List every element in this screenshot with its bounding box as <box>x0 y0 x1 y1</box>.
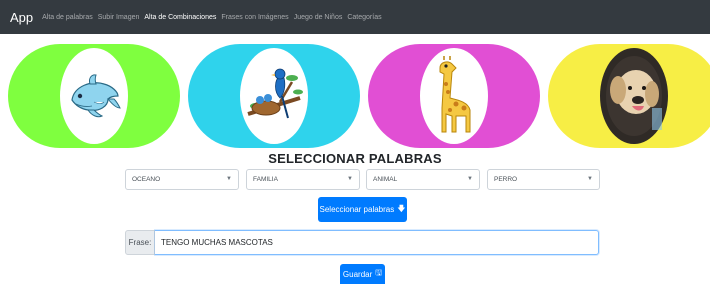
nav-alta-combinaciones[interactable]: Alta de Combinaciones <box>144 14 216 21</box>
select-word-2-value: FAMILIA <box>253 176 278 183</box>
frase-input-group: Frase: <box>125 230 599 255</box>
card-dog[interactable] <box>548 44 710 148</box>
image-cards <box>0 44 710 148</box>
card-giraffe[interactable] <box>368 44 540 148</box>
nav-categorias[interactable]: Categorías <box>347 14 381 21</box>
dolphin-image <box>60 48 128 144</box>
card-birds[interactable] <box>188 44 360 148</box>
nav-frases-imagenes[interactable]: Frases con Imágenes <box>221 14 288 21</box>
save-label: Guardar <box>342 269 373 279</box>
card-dolphin[interactable] <box>8 44 180 148</box>
chevron-down-icon: ▼ <box>226 176 232 182</box>
chevron-down-icon: ▼ <box>467 176 473 182</box>
chevron-down-icon: ▼ <box>347 176 353 182</box>
select-word-1-value: OCEANO <box>132 176 161 183</box>
dog-photo-image <box>600 48 668 144</box>
nav-juego-ninos[interactable]: Juego de Niños <box>294 14 343 21</box>
birds-nest-image <box>240 48 308 144</box>
select-words-label: Seleccionar palabras <box>319 205 395 214</box>
select-words-button[interactable]: Seleccionar palabras 🡇 <box>318 197 407 222</box>
floppy-disk-icon: 🖫 <box>375 268 383 277</box>
select-word-4-value: PERRO <box>494 176 518 183</box>
chevron-down-icon: ▼ <box>587 176 593 182</box>
arrow-down-icon: 🡇 <box>397 203 406 213</box>
save-button[interactable]: Guardar 🖫 <box>340 264 385 284</box>
select-word-1[interactable]: OCEANO ▼ <box>125 169 239 190</box>
frase-input[interactable] <box>155 230 599 255</box>
frase-label: Frase: <box>125 230 155 255</box>
brand-link[interactable]: App <box>10 10 33 25</box>
select-word-3[interactable]: ANIMAL ▼ <box>366 169 480 190</box>
select-word-2[interactable]: FAMILIA ▼ <box>246 169 360 190</box>
section-title: SELECCIONAR PALABRAS <box>268 151 442 166</box>
nav-subir-imagen[interactable]: Subir Imagen <box>98 14 140 21</box>
giraffe-image <box>420 48 488 144</box>
nav-alta-palabras[interactable]: Alta de palabras <box>42 14 93 21</box>
select-word-3-value: ANIMAL <box>373 176 398 183</box>
select-word-4[interactable]: PERRO ▼ <box>487 169 600 190</box>
navbar: App Alta de palabras Subir Imagen Alta d… <box>0 0 710 34</box>
